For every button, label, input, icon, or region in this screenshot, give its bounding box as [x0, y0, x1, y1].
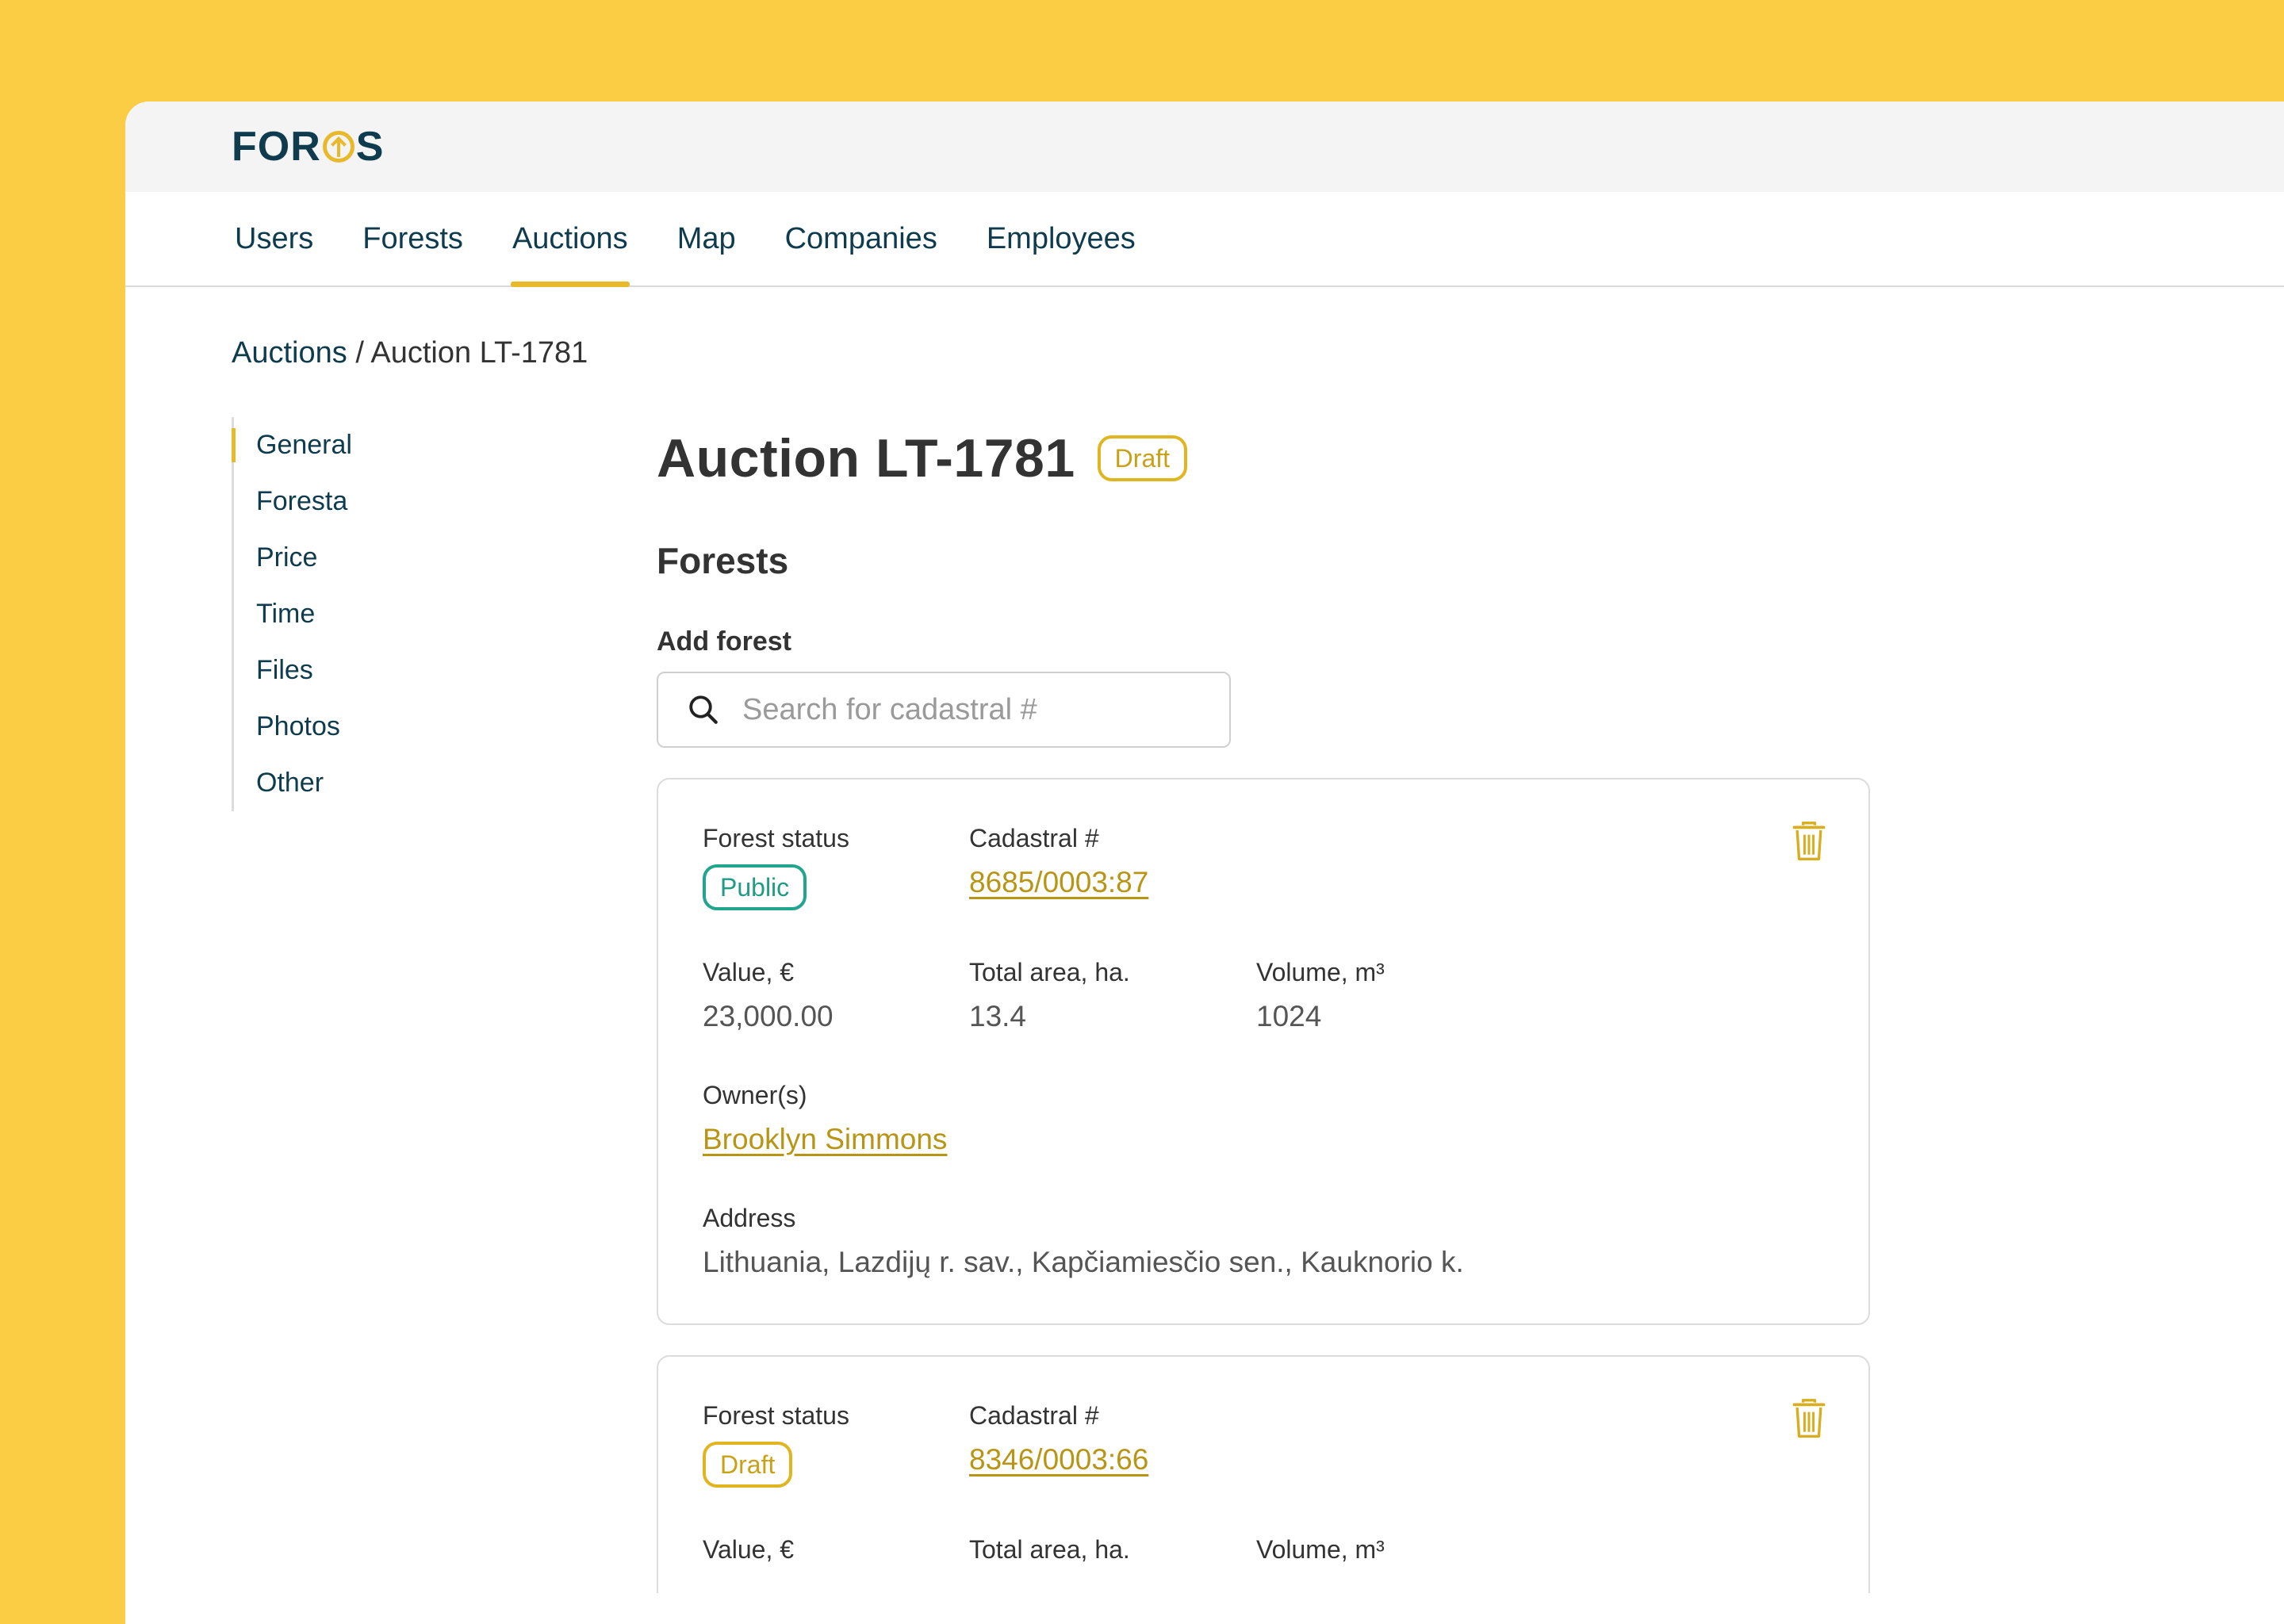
field-value: Value, € [703, 1535, 969, 1565]
breadcrumb-separator: / [355, 336, 364, 370]
owner-link[interactable]: Brooklyn Simmons [703, 1123, 947, 1156]
cadastral-label: Cadastral # [969, 824, 1099, 852]
address-label: Address [703, 1204, 796, 1232]
card-row-address: Address Lithuania, Lazdijų r. sav., Kapč… [703, 1204, 1824, 1279]
field-volume: Volume, m³ [1256, 1535, 1542, 1565]
total-area-label: Total area, ha. [969, 958, 1130, 986]
field-total-area: Total area, ha. 13.4 [969, 958, 1256, 1033]
sidebar-item-time[interactable]: Time [234, 586, 406, 642]
cadastral-link[interactable]: 8346/0003:66 [969, 1443, 1256, 1477]
nav-item-map[interactable]: Map [676, 192, 738, 285]
field-cadastral: Cadastral # 8685/0003:87 [969, 824, 1256, 910]
cadastral-search-box[interactable] [657, 672, 1231, 748]
main-nav: Users Forests Auctions Map Companies Emp… [125, 192, 2284, 287]
total-area-label: Total area, ha. [969, 1535, 1130, 1564]
field-value: Value, € 23,000.00 [703, 958, 969, 1033]
section-sidebar: General Foresta Price Time Files Photos … [232, 417, 406, 811]
trash-icon[interactable] [1791, 821, 1827, 862]
nav-item-auctions[interactable]: Auctions [510, 192, 630, 287]
card-row-owner: Owner(s) Brooklyn Simmons [703, 1081, 1824, 1156]
sidebar-item-photos[interactable]: Photos [234, 699, 406, 755]
nav-item-users[interactable]: Users [233, 192, 315, 285]
trash-icon[interactable] [1791, 1398, 1827, 1439]
forest-status-badge: Draft [703, 1442, 793, 1488]
forest-status-label: Forest status [703, 824, 849, 852]
breadcrumb-auctions-link[interactable]: Auctions [232, 336, 347, 370]
breadcrumb: Auctions / Auction LT-1781 [232, 336, 588, 370]
card-row-status: Forest status Public Cadastral # 8685/00… [703, 824, 1824, 910]
page-title: Auction LT-1781 [657, 428, 1075, 488]
owners-label: Owner(s) [703, 1081, 807, 1109]
title-row: Auction LT-1781 Draft [657, 419, 1878, 498]
field-volume: Volume, m³ 1024 [1256, 958, 1542, 1033]
tree-logo-icon [322, 131, 354, 163]
value-label: Value, € [703, 958, 795, 986]
card-row-status: Forest status Draft Cadastral # 8346/000… [703, 1401, 1824, 1488]
auction-status-badge: Draft [1097, 435, 1188, 481]
field-forest-status: Forest status Draft [703, 1401, 969, 1488]
foros-logo[interactable]: FOR S [232, 123, 384, 170]
sidebar-item-forests[interactable]: Foresta [234, 473, 406, 530]
field-owners: Owner(s) Brooklyn Simmons [703, 1081, 947, 1156]
logo-text-right: S [355, 124, 385, 170]
card-row-values: Value, € Total area, ha. Volume, m³ [703, 1535, 1824, 1565]
forest-status-badge: Public [703, 864, 807, 910]
breadcrumb-current: Auction LT-1781 [370, 336, 588, 370]
field-forest-status: Forest status Public [703, 824, 969, 910]
field-cadastral: Cadastral # 8346/0003:66 [969, 1401, 1256, 1488]
nav-item-employees[interactable]: Employees [985, 192, 1137, 285]
nav-item-companies[interactable]: Companies [784, 192, 939, 285]
sidebar-item-price[interactable]: Price [234, 530, 406, 586]
cadastral-label: Cadastral # [969, 1401, 1099, 1430]
sidebar-item-general[interactable]: General [232, 417, 406, 473]
cadastral-search-input[interactable] [742, 692, 1202, 727]
value-label: Value, € [703, 1535, 795, 1564]
search-icon [689, 695, 718, 724]
forest-status-label: Forest status [703, 1401, 849, 1430]
add-forest-label: Add forest [657, 626, 791, 657]
forest-card: Forest status Draft Cadastral # 8346/000… [657, 1355, 1870, 1593]
address-value: Lithuania, Lazdijų r. sav., Kapčiamiesči… [703, 1246, 1464, 1278]
card-row-values: Value, € 23,000.00 Total area, ha. 13.4 … [703, 958, 1824, 1033]
value-amount: 23,000.00 [703, 1000, 834, 1032]
logo-text-left: FOR [232, 124, 321, 170]
main-content: Auction LT-1781 Draft Forests Add forest [657, 419, 1878, 1593]
volume-value: 1024 [1256, 1000, 1322, 1032]
top-bar: FOR S [125, 102, 2284, 192]
sidebar-item-files[interactable]: Files [234, 642, 406, 699]
nav-item-forests[interactable]: Forests [361, 192, 465, 285]
volume-label: Volume, m³ [1256, 958, 1385, 986]
field-address: Address Lithuania, Lazdijų r. sav., Kapč… [703, 1204, 1464, 1279]
section-title-forests: Forests [657, 540, 789, 581]
app-window: FOR S Users Forests Auctions Map Compani… [125, 102, 2284, 1624]
forest-card: Forest status Public Cadastral # 8685/00… [657, 778, 1870, 1325]
volume-label: Volume, m³ [1256, 1535, 1385, 1564]
field-total-area: Total area, ha. [969, 1535, 1256, 1565]
sidebar-item-other[interactable]: Other [234, 755, 406, 811]
cadastral-link[interactable]: 8685/0003:87 [969, 866, 1256, 899]
total-area-value: 13.4 [969, 1000, 1027, 1032]
